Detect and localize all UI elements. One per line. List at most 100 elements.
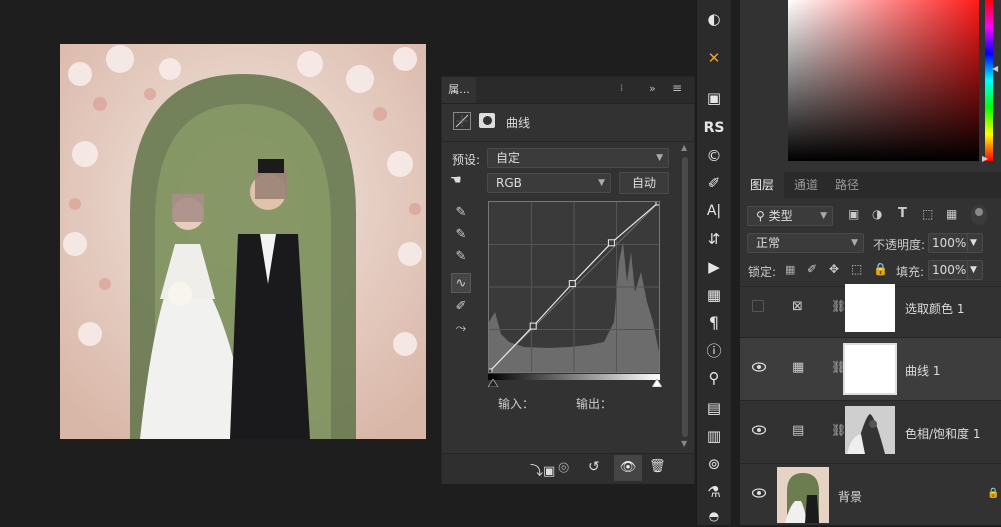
layer-mask-thumbnail[interactable] — [845, 284, 895, 332]
panel-grip-icon[interactable]: ⁞ — [620, 83, 623, 94]
opacity-label: 不透明度: — [873, 238, 926, 252]
paragraph-icon[interactable]: ¶ — [702, 312, 726, 334]
hue-slider[interactable] — [985, 0, 993, 161]
info-icon[interactable]: ⓘ — [702, 340, 726, 362]
black-point-slider[interactable] — [487, 376, 499, 388]
output-label: 输出： — [576, 397, 613, 411]
notes-icon[interactable]: ▥ — [702, 425, 726, 447]
gray-eyedropper-icon[interactable]: ✎ — [451, 225, 471, 245]
reset-icon[interactable]: ↺ — [588, 459, 600, 475]
white-point-slider[interactable] — [651, 376, 663, 388]
libraries-icon[interactable]: ▤ — [702, 397, 726, 419]
flask-icon[interactable]: ⚗ — [702, 481, 726, 503]
curve-control-point[interactable] — [529, 322, 537, 330]
layer-name[interactable]: 曲线 1 — [905, 362, 940, 379]
layer-row-hue-saturation[interactable]: ▤ ⛓ 色相/饱和度 1 — [740, 401, 1001, 464]
clip-to-layer-icon[interactable]: ⤵▣ — [530, 460, 555, 479]
layer-thumbnail[interactable] — [777, 467, 829, 523]
lock-icon: 🔒 — [987, 488, 1000, 499]
layer-row-curves[interactable]: ▦ ⛓ 曲线 1 — [740, 338, 1001, 401]
curve-control-point[interactable] — [607, 239, 615, 247]
smooth-curve-icon[interactable]: ⤳ — [451, 319, 471, 339]
swatches-grid-icon[interactable]: ▦ — [702, 284, 726, 306]
brush-settings-icon[interactable]: ✐ — [702, 172, 726, 194]
rs-plugin-icon[interactable]: RS — [702, 117, 726, 139]
pencil-icon[interactable]: ✐ — [451, 297, 471, 317]
filter-toggle[interactable] — [971, 205, 987, 225]
curves-adjustment-icon: ▦ — [792, 360, 805, 375]
opacity-dropdown-icon[interactable]: ▼ — [967, 233, 983, 253]
scroll-down-icon[interactable]: ▼ — [681, 439, 687, 448]
3d-cube-icon[interactable]: ▣ — [702, 87, 726, 109]
chevron-down-icon: ▼ — [598, 178, 605, 188]
color-field[interactable] — [788, 0, 979, 161]
scroll-up-icon[interactable]: ▲ — [681, 143, 687, 152]
blend-mode-select[interactable]: 正常 ▼ — [747, 233, 864, 253]
layer-name[interactable]: 选取颜色 1 — [905, 300, 964, 317]
properties-scrollbar[interactable]: ▲ ▼ — [680, 143, 690, 453]
visibility-off-icon[interactable] — [752, 300, 764, 312]
eye-icon[interactable] — [752, 362, 766, 372]
divider — [442, 141, 694, 142]
preset-select[interactable]: 自定 ▼ — [487, 148, 669, 168]
eye-icon[interactable] — [752, 488, 766, 498]
toggle-visibility-icon[interactable]: 👁 — [614, 455, 642, 481]
curve-control-point[interactable] — [568, 280, 576, 288]
scroll-thumb[interactable] — [682, 157, 688, 437]
white-eyedropper-icon[interactable]: ✎ — [451, 247, 471, 267]
document-image[interactable] — [60, 44, 426, 439]
auto-button[interactable]: 自动 — [619, 172, 669, 194]
filter-adjustment-icon[interactable]: ◑ — [872, 207, 882, 221]
play-actions-icon[interactable]: ▶ — [702, 256, 726, 278]
properties-panel: 属... ⁞ » ≡ 曲线 预设: 自定 ▼ ☚ RGB ▼ 自动 ✎ ✎ ✎ … — [441, 76, 695, 484]
creative-cloud-icon[interactable]: ⊚ — [702, 453, 726, 475]
crossed-tools-icon[interactable]: ✕ — [702, 47, 726, 69]
clone-source-icon[interactable]: ⚲ — [702, 367, 726, 389]
channel-select[interactable]: RGB ▼ — [487, 173, 611, 193]
on-image-adjust-icon[interactable]: ☚ — [450, 173, 472, 191]
curve-point-tool-icon[interactable]: ∿ — [451, 273, 471, 293]
layer-mask-thumbnail[interactable] — [843, 343, 897, 395]
collapse-panel-icon[interactable]: » — [649, 82, 656, 95]
layer-name[interactable]: 色相/饱和度 1 — [905, 425, 981, 442]
glyphs-icon[interactable]: ⇵ — [702, 228, 726, 250]
panel-title: 曲线 — [506, 116, 531, 130]
right-panel: ◀ ▶ 图层 通道 路径 ⚲ 类型 ▼ ▣ ◑ T ⬚ ▦ 正常 ▼ 不透明度:… — [740, 0, 1001, 525]
panel-menu-icon[interactable]: ≡ — [672, 81, 682, 95]
panel-icon-strip: ◐ ✕ ▣ RS © ✐ A| ⇵ ▶ ▦ ¶ ⓘ ⚲ ▤ ▥ ⊚ ⚗ ◓ — [696, 0, 732, 525]
copyright-icon[interactable]: © — [702, 145, 726, 167]
eye-icon[interactable] — [752, 425, 766, 435]
tab-layers[interactable]: 图层 — [740, 172, 784, 198]
filter-pixel-icon[interactable]: ▣ — [848, 207, 859, 221]
lock-image-icon[interactable]: ✐ — [807, 262, 817, 276]
curves-adjustment-icon[interactable] — [453, 112, 471, 130]
properties-bottom-bar: ⤵▣ ◎ ↺ 👁 🗑 — [442, 453, 694, 484]
chevron-down-icon: ▼ — [851, 238, 858, 248]
layer-filter-select[interactable]: ⚲ 类型 ▼ — [747, 206, 833, 226]
curve-control-point[interactable] — [655, 198, 663, 206]
blend-mode-value: 正常 — [756, 236, 781, 250]
curve-control-point[interactable] — [485, 368, 493, 376]
lock-position-icon[interactable]: ✥ — [829, 262, 839, 276]
layer-row-selective-color[interactable]: ⊠ ⛓ 选取颜色 1 — [740, 275, 1001, 338]
lock-all-icon[interactable]: 🔒 — [873, 262, 888, 276]
tab-paths[interactable]: 路径 — [835, 172, 859, 198]
palette-icon[interactable]: ◓ — [702, 505, 726, 527]
layer-mask-thumbnail[interactable] — [845, 406, 895, 454]
filter-shape-icon[interactable]: ⬚ — [922, 207, 933, 221]
history-icon[interactable]: ◐ — [702, 8, 726, 30]
trash-icon[interactable]: 🗑 — [649, 459, 666, 474]
filter-smart-object-icon[interactable]: ▦ — [946, 207, 957, 221]
view-previous-state-icon[interactable]: ◎ — [558, 460, 569, 475]
mask-icon[interactable] — [479, 113, 495, 128]
character-icon[interactable]: A| — [702, 200, 726, 222]
layer-row-background[interactable]: 背景 🔒 — [740, 464, 1001, 526]
curves-graph[interactable] — [485, 198, 663, 376]
layer-name[interactable]: 背景 — [838, 488, 862, 505]
tab-properties[interactable]: 属... — [442, 77, 476, 103]
filter-type-icon[interactable]: T — [898, 206, 907, 221]
tab-channels[interactable]: 通道 — [794, 172, 818, 198]
filter-kind-value: 类型 — [768, 209, 793, 223]
black-eyedropper-icon[interactable]: ✎ — [451, 203, 471, 223]
lock-artboard-icon[interactable]: ⬚ — [851, 262, 862, 276]
